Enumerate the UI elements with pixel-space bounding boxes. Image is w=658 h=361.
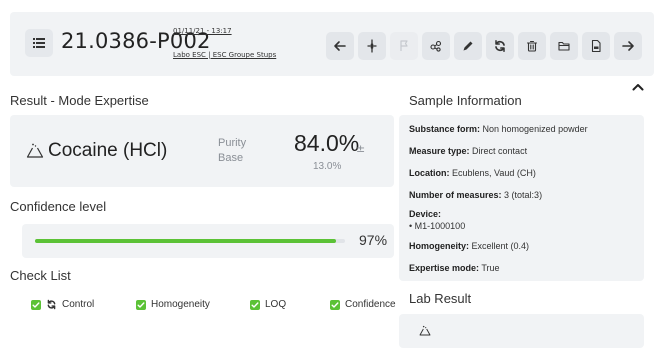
- info-value: 3 (total:3): [504, 190, 543, 200]
- purity-value: 84.0%: [294, 130, 360, 156]
- result-card: Cocaine (HCl) Purity Base 84.0% ± 13.0%: [10, 115, 394, 187]
- checklist-section-title: Check List: [10, 268, 71, 283]
- confidence-bar-track: [35, 239, 345, 243]
- sample-section-title: Sample Information: [409, 93, 522, 108]
- expertise-mode-row: Expertise mode: True: [409, 263, 500, 273]
- delete-button[interactable]: [518, 32, 546, 60]
- info-value: Excellent (0.4): [471, 241, 530, 251]
- check-item-label: Confidence: [345, 299, 396, 310]
- header-bar: 21.0386-P002 01/11/21 - 13:17 Labo ESC |…: [10, 12, 654, 76]
- check-item-label: Control: [62, 299, 95, 310]
- refresh-button[interactable]: [486, 32, 514, 60]
- list-icon: [33, 38, 45, 48]
- purity-plus-minus: ±: [356, 142, 366, 155]
- sample-info-card: Substance form: Non homogenized powder M…: [399, 115, 644, 281]
- num-measures-row: Number of measures: 3 (total:3): [409, 190, 542, 200]
- check-icon: [251, 301, 259, 308]
- flag-button[interactable]: [390, 32, 418, 60]
- folder-button[interactable]: [550, 32, 578, 60]
- flask-icon: [26, 143, 44, 158]
- info-label: Number of measures:: [409, 190, 502, 200]
- edit-button[interactable]: [454, 32, 482, 60]
- measure-type-row: Measure type: Direct contact: [409, 146, 527, 156]
- check-item-confidence[interactable]: Confidence: [330, 299, 396, 310]
- info-label: Device:: [409, 209, 442, 219]
- compare-icon: [367, 39, 377, 53]
- homogeneity-row: Homogeneity: Excellent (0.4): [409, 241, 529, 251]
- flask-icon: [419, 325, 431, 336]
- purity-label: Purity Base: [218, 136, 246, 166]
- folder-icon: [558, 41, 570, 51]
- checkbox-checked[interactable]: [136, 299, 146, 310]
- device-row: Device:: [409, 209, 441, 219]
- back-arrow-icon: [334, 41, 346, 51]
- lab-result-section-title: Lab Result: [409, 291, 472, 306]
- menu-button[interactable]: [25, 29, 53, 57]
- lab-result-card: [399, 314, 644, 348]
- check-icon: [137, 301, 145, 308]
- forward-button[interactable]: [614, 32, 642, 60]
- substance-form-row: Substance form: Non homogenized powder: [409, 124, 588, 134]
- device-list-item: • M1-1000100: [409, 221, 466, 231]
- pdf-icon: [591, 39, 601, 53]
- check-item-control[interactable]: Control: [31, 299, 94, 310]
- check-item-loq[interactable]: LOQ: [250, 299, 286, 310]
- back-button[interactable]: [326, 32, 354, 60]
- confidence-card: 97%: [22, 224, 394, 258]
- info-value: Ecublens, Vaud (CH): [452, 168, 536, 178]
- trash-icon: [526, 40, 538, 52]
- info-label: Expertise mode:: [409, 263, 480, 273]
- flag-icon: [400, 40, 408, 51]
- purity-label-line2: Base: [218, 152, 244, 164]
- forward-arrow-icon: [622, 41, 634, 51]
- chevron-up-icon: [632, 84, 644, 91]
- info-value: Direct contact: [472, 146, 528, 156]
- compare-button[interactable]: [358, 32, 386, 60]
- location-row: Location: Ecublens, Vaud (CH): [409, 168, 536, 178]
- refresh-icon: [495, 40, 505, 52]
- info-label: Homogeneity:: [409, 241, 470, 251]
- info-value: Non homogenized powder: [482, 124, 588, 134]
- pdf-button[interactable]: [582, 32, 610, 60]
- check-item-homogeneity[interactable]: Homogeneity: [136, 299, 210, 310]
- checkbox-checked[interactable]: [250, 299, 260, 310]
- confidence-bar-fill: [35, 239, 336, 243]
- check-item-label: Homogeneity: [151, 299, 210, 310]
- substance-name: Cocaine (HCl): [48, 140, 168, 161]
- info-label: Substance form:: [409, 124, 481, 134]
- lab-link[interactable]: Labo ESC | ESC Groupe Stups: [173, 51, 276, 59]
- check-item-label: LOQ: [265, 299, 287, 310]
- purity-error: 13.0%: [313, 161, 342, 172]
- device-value: M1-1000100: [414, 221, 466, 231]
- confidence-section-title: Confidence level: [10, 199, 107, 214]
- collapse-button[interactable]: [631, 80, 645, 94]
- check-icon: [331, 301, 339, 308]
- timestamp-link[interactable]: 01/11/21 - 13:17: [173, 27, 232, 35]
- purity-label-line1: Purity: [218, 137, 247, 149]
- checkbox-checked[interactable]: [31, 299, 41, 310]
- molecule-icon: [430, 40, 442, 52]
- edit-pencil-icon: [463, 41, 473, 51]
- check-icon: [32, 301, 40, 308]
- checkbox-checked[interactable]: [330, 299, 340, 310]
- result-section-title: Result - Mode Expertise: [10, 93, 149, 108]
- info-label: Location:: [409, 168, 450, 178]
- refresh-icon: [47, 299, 56, 310]
- info-value: True: [481, 263, 500, 273]
- confidence-value: 97%: [359, 232, 388, 248]
- info-label: Measure type:: [409, 146, 470, 156]
- molecule-button[interactable]: [422, 32, 450, 60]
